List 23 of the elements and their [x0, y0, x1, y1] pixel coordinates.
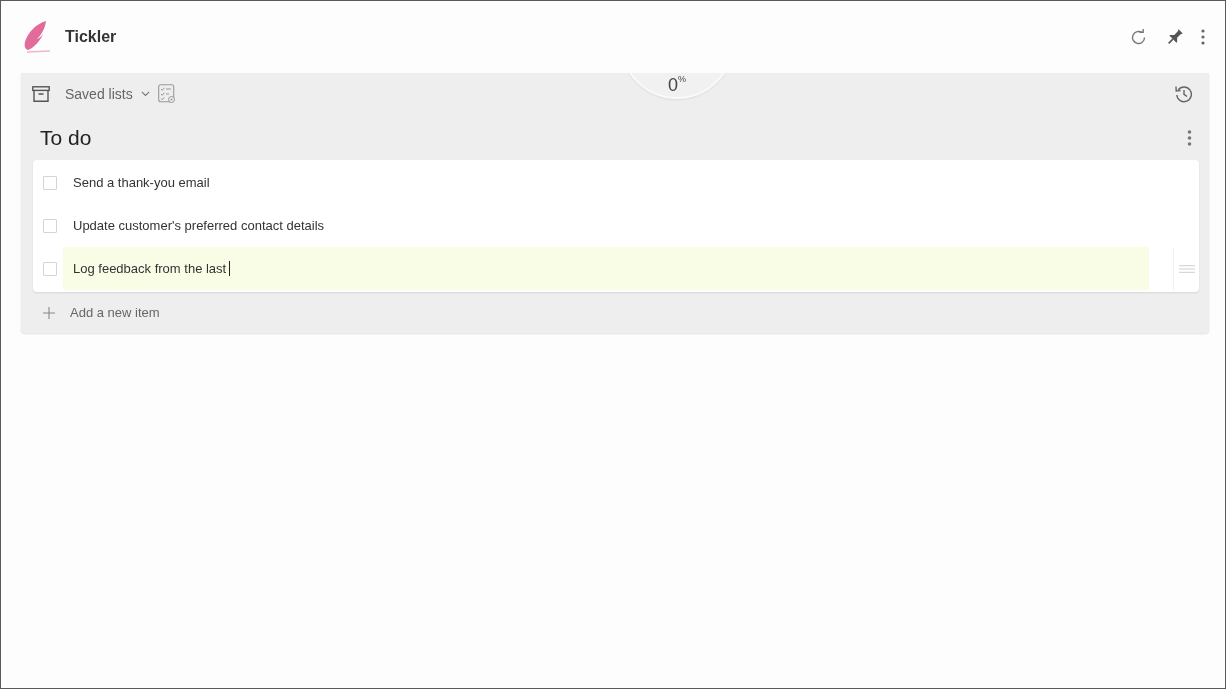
archive-box-icon[interactable]	[32, 86, 50, 102]
list-title: To do	[40, 124, 92, 151]
text-cursor-icon	[229, 261, 231, 276]
checkbox[interactable]	[43, 261, 57, 276]
list-options-icon[interactable]	[1187, 129, 1192, 146]
app-title: Tickler	[65, 27, 117, 47]
history-icon[interactable]	[1175, 85, 1193, 103]
task-text[interactable]: Update customer's preferred contact details	[73, 215, 325, 236]
task-text[interactable]: Send a thank-you email	[73, 172, 210, 193]
pin-icon[interactable]	[1166, 28, 1184, 46]
more-options-icon[interactable]	[1201, 29, 1205, 45]
feather-logo-icon	[22, 20, 52, 54]
plus-icon	[43, 306, 55, 319]
add-item-button[interactable]: Add a new item	[43, 292, 160, 333]
chevron-down-icon	[140, 91, 150, 97]
checkbox[interactable]	[43, 218, 57, 233]
drag-handle-icon[interactable]	[1178, 264, 1195, 273]
checklist-settings-icon[interactable]	[157, 84, 176, 104]
checkbox[interactable]	[43, 175, 57, 190]
saved-lists-dropdown[interactable]: Saved lists	[65, 83, 150, 105]
progress-percent: 0$^{%}$	[668, 74, 686, 96]
refresh-icon[interactable]	[1130, 28, 1147, 46]
item-input-field[interactable]: Log feedback from the last	[63, 247, 1149, 290]
